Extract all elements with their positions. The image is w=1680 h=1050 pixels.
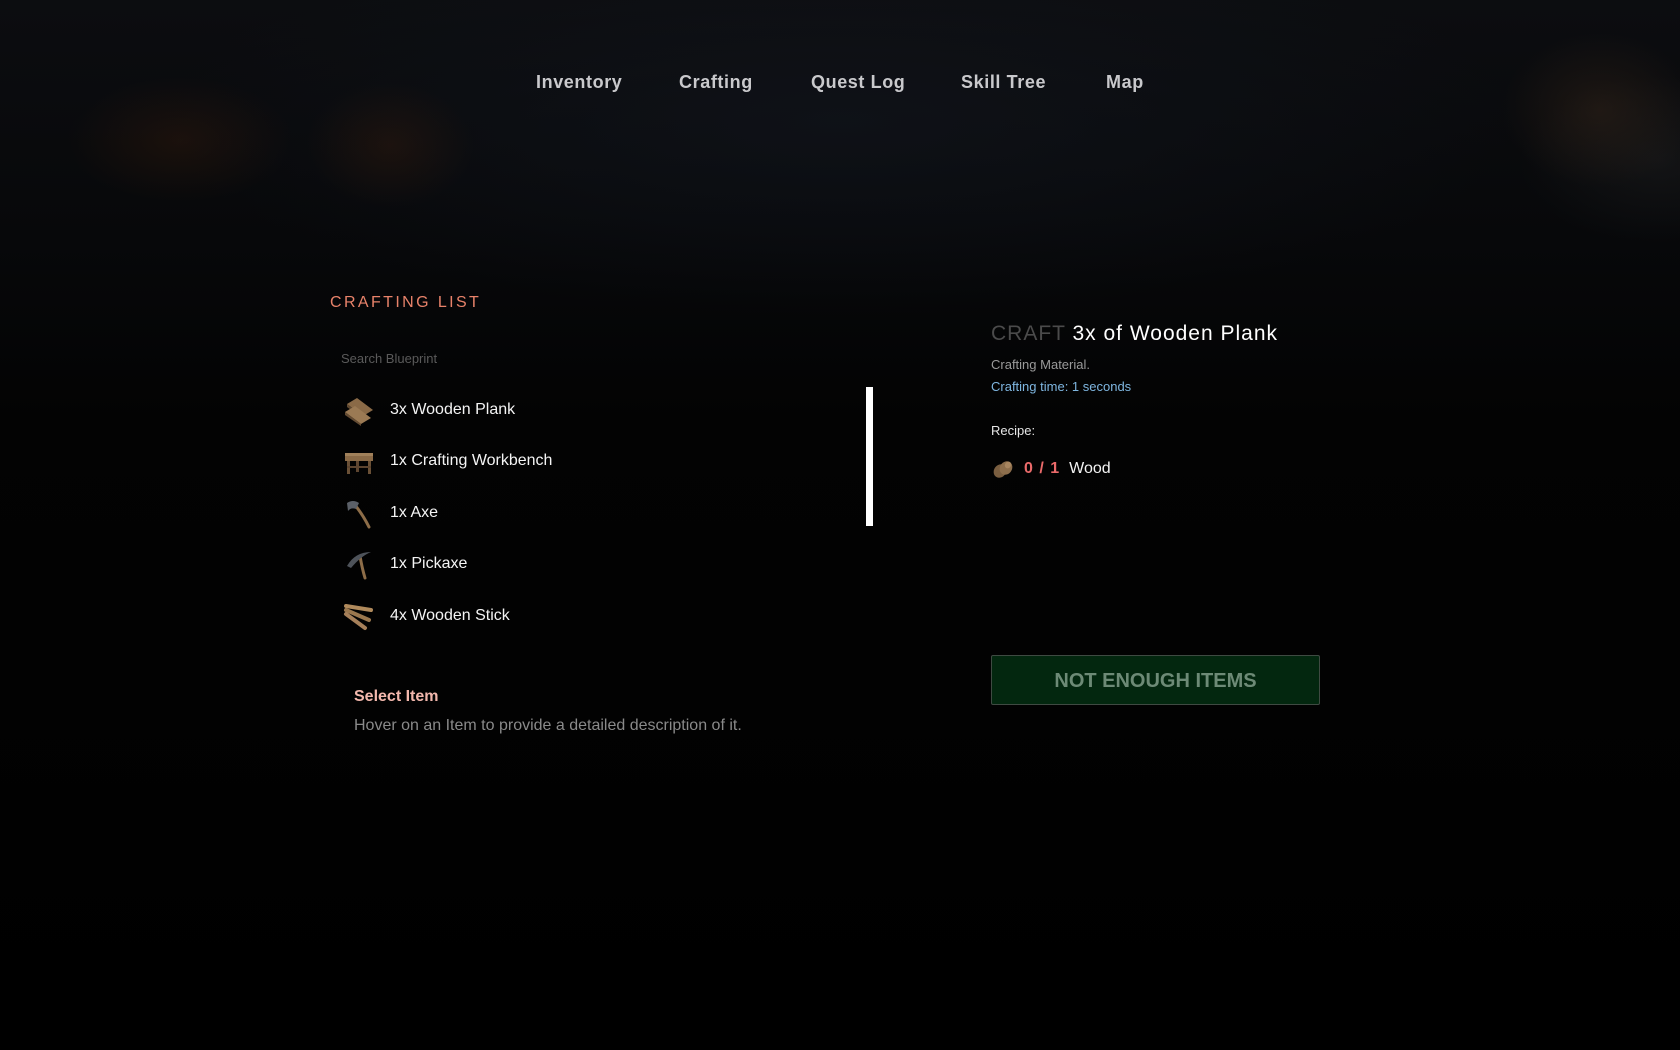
craft-button[interactable]: NOT ENOUGH ITEMS: [991, 655, 1320, 705]
crafting-list-title: CRAFTING LIST: [330, 294, 482, 311]
list-item-crafting-workbench[interactable]: 1x Crafting Workbench: [330, 436, 850, 488]
pickaxe-icon: [342, 547, 376, 581]
ingredient-name: Wood: [1069, 460, 1111, 477]
list-item-pickaxe[interactable]: 1x Pickaxe: [330, 539, 850, 591]
list-item-label: 1x Crafting Workbench: [390, 452, 553, 470]
select-item-description: Hover on an Item to provide a detailed d…: [354, 717, 742, 734]
axe-icon: [342, 496, 376, 530]
list-item-label: 3x Wooden Plank: [390, 400, 516, 418]
wood-log-icon: [991, 457, 1015, 481]
ingredient-count: 0 / 1: [1024, 460, 1061, 477]
blueprint-list-scrollbar[interactable]: [866, 387, 873, 526]
wooden-plank-icon: [342, 393, 376, 427]
top-nav: Inventory Crafting Quest Log Skill Tree …: [0, 62, 1680, 104]
craft-category: Crafting Material.: [991, 357, 1090, 372]
blueprint-list: 3x Wooden Plank 1x Crafting Workbench 1x…: [330, 384, 850, 642]
list-item-wooden-plank[interactable]: 3x Wooden Plank: [330, 384, 850, 436]
craft-prefix: CRAFT: [991, 322, 1066, 345]
recipe-ingredient: 0 / 1 Wood: [991, 457, 1111, 481]
nav-tab-quest-log[interactable]: Quest Log: [811, 72, 905, 93]
list-item-label: 1x Pickaxe: [390, 555, 468, 573]
craft-time: Crafting time: 1 seconds: [991, 379, 1132, 394]
nav-tab-crafting[interactable]: Crafting: [679, 72, 753, 93]
recipe-label: Recipe:: [991, 423, 1036, 438]
nav-tab-map[interactable]: Map: [1106, 72, 1144, 93]
nav-tab-inventory[interactable]: Inventory: [536, 72, 622, 93]
craft-item-name: 3x of Wooden Plank: [1072, 322, 1279, 345]
list-item-axe[interactable]: 1x Axe: [330, 487, 850, 539]
search-blueprint-input[interactable]: [331, 340, 871, 376]
wooden-stick-icon: [342, 599, 376, 633]
list-item-label: 4x Wooden Stick: [390, 606, 510, 624]
list-item-wooden-stick[interactable]: 4x Wooden Stick: [330, 590, 850, 642]
nav-tab-skill-tree[interactable]: Skill Tree: [961, 72, 1046, 93]
list-item-label: 1x Axe: [390, 503, 439, 521]
workbench-icon: [342, 444, 376, 478]
select-item-title: Select Item: [354, 688, 439, 705]
craft-heading: CRAFT 3x of Wooden Plank: [991, 322, 1278, 346]
